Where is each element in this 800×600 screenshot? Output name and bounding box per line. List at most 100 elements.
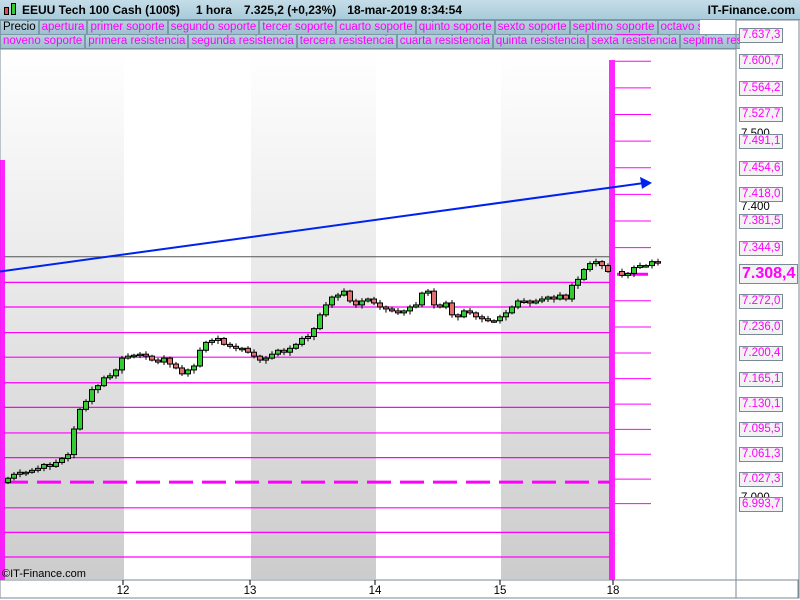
level-price-label: 7.200,4 (739, 345, 784, 361)
candle (95, 385, 101, 391)
candle (395, 310, 401, 314)
candle (275, 349, 281, 355)
candle (71, 428, 77, 456)
candle (527, 300, 533, 304)
candle (509, 306, 515, 314)
candle (203, 341, 209, 351)
candle (5, 477, 11, 484)
candle (11, 473, 17, 479)
level-price-label: 7.027,3 (739, 472, 784, 488)
level-price-label: 7.061,3 (739, 447, 784, 463)
candle (317, 314, 323, 330)
x-tick-label: 12 (116, 585, 130, 597)
day-band (501, 50, 613, 579)
candle (521, 300, 527, 303)
candle (269, 353, 275, 359)
candle (359, 300, 365, 306)
candle (173, 363, 179, 369)
candle (497, 316, 503, 322)
candle (221, 337, 227, 345)
candle (143, 353, 149, 357)
candle (77, 408, 83, 430)
candle (545, 296, 551, 300)
candle (479, 316, 485, 320)
candle (89, 389, 95, 402)
candle (209, 339, 215, 343)
candle (605, 265, 611, 272)
candle (239, 347, 245, 351)
candle (155, 359, 161, 363)
price-chart[interactable] (0, 0, 800, 600)
session-line (609, 60, 615, 580)
candle (449, 302, 455, 316)
candle (233, 345, 239, 349)
session-line-left (0, 160, 5, 580)
candle (431, 290, 437, 306)
level-price-label: 7.381,5 (739, 213, 784, 229)
candle (119, 357, 125, 371)
candle (353, 300, 359, 306)
candle (563, 294, 569, 300)
level-price-label: 7.564,2 (739, 80, 784, 96)
candle (557, 294, 563, 300)
day-band (251, 50, 376, 579)
level-price-label: 7.236,0 (739, 320, 784, 335)
candle (251, 351, 257, 357)
candle (167, 357, 173, 365)
candle (599, 261, 605, 267)
level-price-label: 7.454,6 (739, 160, 784, 176)
candle (335, 294, 341, 298)
candle (383, 306, 389, 310)
x-tick-label: 14 (368, 585, 382, 597)
candle (29, 469, 35, 473)
level-price-label: 7.095,5 (739, 422, 784, 438)
level-price-label: 7.637,3 (739, 27, 784, 43)
day-band (1, 50, 124, 579)
level-price-label: 7.600,7 (739, 54, 784, 70)
candle (569, 284, 575, 300)
candle (101, 377, 107, 387)
candle (53, 461, 59, 467)
candle (293, 343, 299, 349)
candle (425, 290, 431, 294)
candle (551, 296, 557, 300)
candle (365, 298, 371, 302)
level-price-label: 7.130,1 (739, 397, 784, 413)
candle (485, 318, 491, 322)
candle (401, 310, 407, 314)
candle (407, 306, 413, 312)
level-price-label: 7.344,9 (739, 240, 784, 256)
candle (125, 355, 131, 359)
candle (347, 290, 353, 302)
x-tick-label: 15 (493, 585, 507, 597)
candle (131, 354, 137, 358)
candle (41, 463, 47, 469)
candle (179, 367, 185, 375)
candle (473, 312, 479, 318)
level-price-label: 7.527,7 (739, 107, 784, 123)
copyright: ©IT-Finance.com (2, 568, 86, 580)
candle (281, 349, 287, 353)
candle (437, 304, 443, 308)
candle (371, 298, 377, 304)
candle (305, 335, 311, 339)
candle (341, 290, 347, 296)
candle (329, 296, 335, 306)
level-price-label: 7.491,1 (739, 134, 784, 150)
candle (575, 278, 581, 286)
candle (257, 355, 263, 361)
x-tick-label: 18 (606, 585, 620, 597)
candle (227, 343, 233, 347)
candle (161, 357, 167, 363)
candle (149, 355, 155, 361)
candle (461, 310, 467, 318)
candle (83, 400, 89, 410)
candle (137, 353, 143, 357)
candle (467, 310, 473, 314)
current-price-label: 7.308,4 (739, 264, 799, 285)
candle (637, 265, 643, 269)
candle (455, 314, 461, 318)
level-price-label: 7.165,1 (739, 371, 784, 387)
candle (65, 454, 71, 460)
candle (197, 349, 203, 367)
